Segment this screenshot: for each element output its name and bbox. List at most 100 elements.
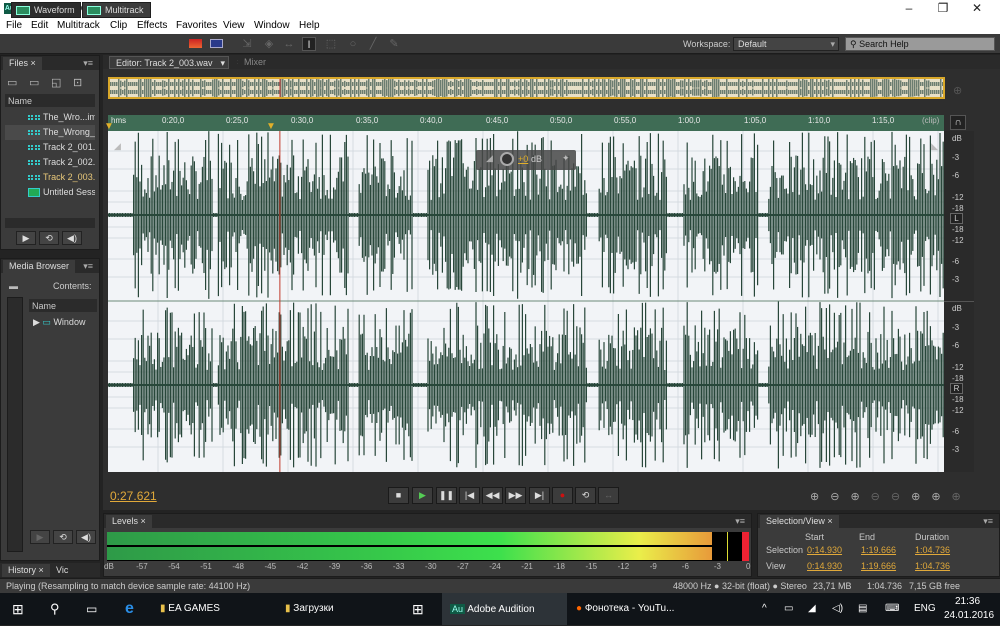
view-end[interactable]: 1:19.666: [861, 561, 896, 571]
fade-out-handle-icon[interactable]: ◣: [931, 141, 938, 152]
fast-forward-button[interactable]: ▶▶: [505, 487, 526, 504]
hud-gain-control[interactable]: ◢ +0 dB ✦: [476, 150, 576, 170]
clock-time[interactable]: 21:36: [955, 596, 980, 607]
zoom-in-amplitude-icon[interactable]: ⊕: [810, 491, 830, 503]
start-windows-icon[interactable]: ⊞: [12, 593, 24, 625]
razor-tool-icon[interactable]: ◈: [262, 37, 276, 51]
play-preview-button[interactable]: ▶: [16, 231, 36, 245]
selection-start[interactable]: 0:14.930: [807, 545, 842, 555]
taskbar-item-firefox[interactable]: ● Фонотека - YouTu...: [570, 593, 690, 625]
language-indicator[interactable]: ENG: [914, 593, 936, 625]
drive-icon[interactable]: ▬: [9, 281, 18, 291]
import-file-icon[interactable]: ▭: [29, 76, 39, 89]
store-icon[interactable]: ⊞: [412, 593, 424, 625]
skip-selection-button[interactable]: ↔: [598, 487, 619, 504]
view-start[interactable]: 0:14.930: [807, 561, 842, 571]
overview-navigator[interactable]: [108, 77, 945, 99]
selection-end[interactable]: 1:19.666: [861, 545, 896, 555]
taskbar-item-downloads[interactable]: ▮ Загрузки: [285, 593, 403, 625]
autoplay-button[interactable]: ◀): [62, 231, 82, 245]
close-button[interactable]: ✕: [960, 0, 994, 17]
play-button[interactable]: ▶: [412, 487, 433, 504]
tab-video[interactable]: Vic: [50, 564, 75, 577]
menu-window[interactable]: Window: [254, 20, 290, 31]
zoom-navigator-icon[interactable]: ⊕: [953, 84, 962, 97]
go-to-end-button[interactable]: ▶|: [529, 487, 550, 504]
fade-in-handle-icon[interactable]: ◢: [114, 141, 121, 152]
panel-menu-icon[interactable]: ▾≡: [735, 516, 745, 527]
play-preview-button[interactable]: ▶: [30, 530, 50, 544]
show-hidden-icons[interactable]: ^: [762, 593, 767, 625]
spectral-frequency-icon[interactable]: [189, 39, 202, 48]
time-ruler[interactable]: hms 0:20,0 0:25,0 0:30,0 0:35,0 0:40,0 0…: [104, 115, 944, 132]
move-tool-icon[interactable]: ⇲: [240, 37, 254, 51]
slip-tool-icon[interactable]: ↔: [282, 37, 296, 51]
edge-browser-icon[interactable]: e: [125, 593, 134, 625]
stop-button[interactable]: ■: [388, 487, 409, 504]
channel-R-toggle[interactable]: R: [950, 383, 963, 394]
marquee-tool-icon[interactable]: ⬚: [324, 37, 338, 51]
file-item[interactable]: Track 2_001.w: [5, 140, 95, 155]
horizontal-scrollbar[interactable]: [5, 218, 95, 228]
lasso-tool-icon[interactable]: ○: [346, 37, 360, 51]
folder-item[interactable]: ▶ ▭ Window: [33, 317, 85, 328]
file-item[interactable]: Track 2_002.w: [5, 155, 95, 170]
minimize-button[interactable]: –: [892, 0, 926, 17]
notifications-icon[interactable]: ▤: [858, 593, 867, 625]
volume-icon[interactable]: ◁): [832, 593, 843, 625]
clip-indicator[interactable]: [742, 532, 749, 561]
taskbar-item-ea-games[interactable]: ▮ EA GAMES: [160, 593, 278, 625]
file-item[interactable]: The_Wrong_T: [5, 125, 95, 140]
menu-edit[interactable]: Edit: [31, 20, 48, 31]
tab-media-browser[interactable]: Media Browser: [3, 260, 76, 273]
menu-effects[interactable]: Effects: [137, 20, 167, 31]
spectral-pitch-icon[interactable]: [210, 39, 223, 48]
zoom-out-amplitude-icon[interactable]: ⊖: [830, 491, 850, 503]
tab-files[interactable]: Files ×: [3, 57, 42, 70]
go-to-start-button[interactable]: |◀: [459, 487, 480, 504]
zoom-in-time-icon[interactable]: ⊕: [850, 491, 870, 503]
keyboard-icon[interactable]: ⌨: [885, 593, 899, 625]
headphones-icon[interactable]: ∩: [950, 115, 966, 130]
menu-view[interactable]: View: [223, 20, 245, 31]
menu-clip[interactable]: Clip: [110, 20, 127, 31]
rewind-button[interactable]: ◀◀: [482, 487, 503, 504]
view-duration[interactable]: 1:04.736: [915, 561, 950, 571]
tab-history[interactable]: History ×: [2, 564, 50, 577]
selection-duration[interactable]: 1:04.736: [915, 545, 950, 555]
loop-button[interactable]: ⟲: [575, 487, 596, 504]
new-file-icon[interactable]: ◱: [51, 76, 61, 89]
tab-editor[interactable]: Editor: Track 2_003.wav ▾: [109, 56, 229, 69]
autoplay-button[interactable]: ◀): [76, 530, 96, 544]
menu-multitrack[interactable]: Multitrack: [57, 20, 100, 31]
file-item-active[interactable]: Track 2_003.: [5, 170, 95, 185]
zoom-out-time-icon[interactable]: ⊖: [871, 491, 891, 503]
column-header-name[interactable]: Name: [29, 299, 97, 312]
column-header-name[interactable]: Name: [5, 94, 95, 107]
current-time-display[interactable]: 0:27.621: [110, 489, 157, 503]
panel-menu-icon[interactable]: ▾≡: [983, 516, 993, 527]
tab-selection-view[interactable]: Selection/View ×: [760, 515, 839, 528]
gain-knob[interactable]: [500, 152, 514, 166]
tab-levels[interactable]: Levels ×: [106, 515, 152, 528]
taskbar-item-adobe-audition[interactable]: Au Adobe Audition: [442, 593, 567, 625]
open-file-icon[interactable]: ▭: [7, 76, 17, 89]
clock-date[interactable]: 24.01.2016: [944, 610, 994, 621]
loop-preview-button[interactable]: ⟲: [53, 530, 73, 544]
pause-button[interactable]: ❚❚: [436, 487, 457, 504]
waveform-display[interactable]: ◢ +0 dB ✦ ◢ ◣: [108, 131, 944, 472]
insert-multitrack-icon[interactable]: ⊡: [73, 76, 82, 89]
search-icon[interactable]: ⚲: [50, 593, 60, 625]
zoom-in-at-end-icon[interactable]: ⊕: [931, 491, 951, 503]
panel-menu-icon[interactable]: ▾≡: [83, 58, 93, 69]
channel-L-toggle[interactable]: L: [950, 213, 963, 224]
waveform-view-button[interactable]: Waveform: [11, 2, 81, 18]
search-help-input[interactable]: ⚲ Search Help: [845, 37, 995, 51]
loop-preview-button[interactable]: ⟲: [39, 231, 59, 245]
record-button[interactable]: ●: [552, 487, 573, 504]
multitrack-view-button[interactable]: Multitrack: [82, 2, 151, 18]
locations-pane[interactable]: [7, 297, 23, 552]
spot-healing-icon[interactable]: ✎: [387, 37, 401, 51]
panel-menu-icon[interactable]: ▾≡: [83, 261, 93, 272]
zoom-in-at-start-icon[interactable]: ⊕: [911, 491, 931, 503]
